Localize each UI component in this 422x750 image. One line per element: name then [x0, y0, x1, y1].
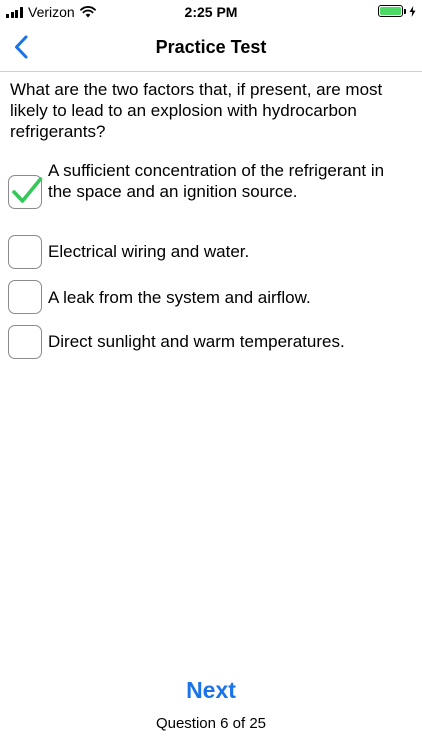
question-text: What are the two factors that, if presen… — [10, 80, 383, 141]
question-progress: Question 6 of 25 — [155, 715, 267, 732]
answer-option-4[interactable]: Direct sunlight and warm temperatures. — [8, 325, 413, 361]
practice-test-screen: Verizon 2:25 PM Practice Test What are t… — [0, 0, 422, 750]
answer-label-4: Direct sunlight and warm temperatures. — [48, 332, 345, 351]
status-bar-right — [378, 5, 416, 17]
next-button[interactable]: Next — [0, 677, 422, 704]
checkmark-icon — [12, 177, 43, 203]
answer-checkbox-3[interactable] — [8, 280, 42, 314]
answer-option-3[interactable]: A leak from the system and airflow. — [8, 280, 413, 316]
page-title: Practice Test — [155, 37, 267, 57]
navigation-bar: Practice Test — [0, 24, 422, 72]
status-bar: Verizon 2:25 PM — [0, 0, 422, 24]
answer-label-3: A leak from the system and airflow. — [48, 288, 311, 307]
battery-icon — [378, 5, 403, 17]
answer-checkbox-4[interactable] — [8, 325, 42, 359]
answer-checkbox-2[interactable] — [8, 235, 42, 269]
charging-bolt-icon — [409, 5, 416, 17]
battery-tip — [404, 8, 406, 14]
answer-label-1: A sufficient concentration of the refrig… — [48, 161, 385, 201]
status-bar-time: 2:25 PM — [184, 4, 238, 20]
answer-option-2[interactable]: Electrical wiring and water. — [8, 235, 413, 271]
answer-option-1[interactable]: A sufficient concentration of the refrig… — [8, 160, 413, 226]
answer-label-2: Electrical wiring and water. — [48, 242, 250, 261]
battery-level — [380, 7, 401, 15]
answer-checkbox-1[interactable] — [8, 175, 43, 209]
